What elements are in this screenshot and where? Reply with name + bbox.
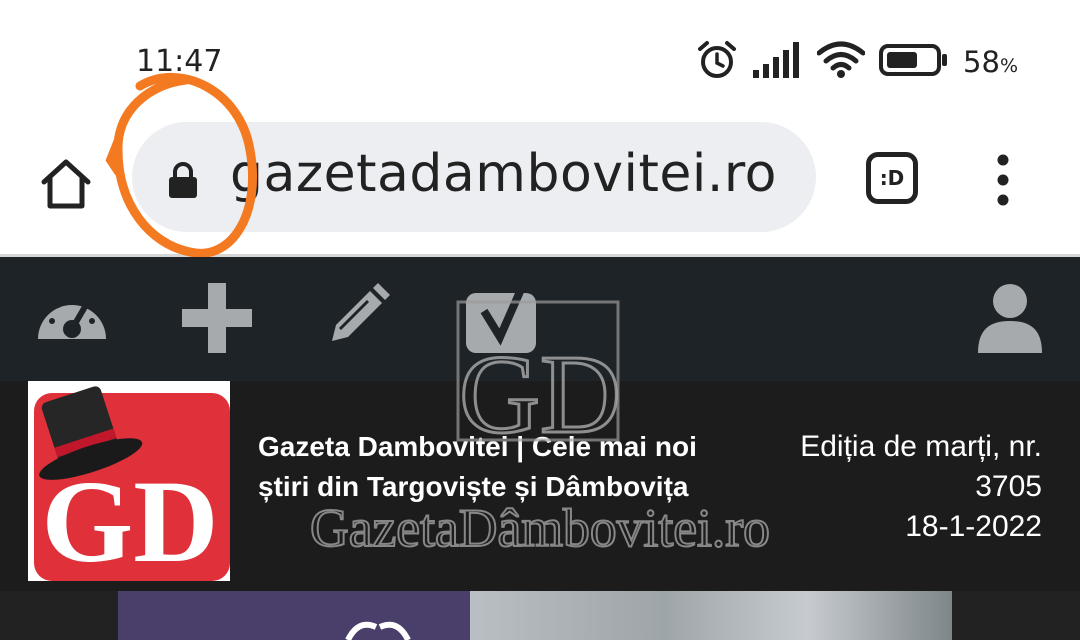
address-bar[interactable]: gazetadambovitei.ro [132,122,816,232]
admin-bar [0,257,1080,381]
signal-icon [753,41,803,83]
yoast-icon[interactable] [464,285,538,362]
home-icon[interactable] [36,154,96,214]
pencil-icon[interactable] [326,281,392,352]
user-icon[interactable] [976,281,1044,360]
battery-icon [879,43,949,82]
site-logo[interactable]: GD [28,381,230,587]
plus-icon[interactable] [180,281,254,360]
banner-photo [470,591,952,640]
edition-date: 18-1-2022 [905,510,1042,543]
tab-switcher-icon[interactable]: :D [866,152,918,204]
battery-percentage-suffix: % [999,55,1018,77]
url-text[interactable]: gazetadambovitei.ro [230,144,777,204]
edition-number: 3705 [975,470,1042,503]
lock-icon[interactable] [166,160,200,205]
wifi-icon [816,41,866,84]
site-header: GD Gazeta Dambovitei | Cele mai noi știr… [0,381,1080,591]
overflow-menu-icon[interactable] [990,152,1016,208]
tab-switcher-label: :D [879,166,905,190]
status-bar: 11:47 58% [0,0,1080,112]
banner-emblem-icon [345,621,411,640]
site-title[interactable]: Gazeta Dambovitei | Cele mai noi știri d… [258,427,728,507]
dashboard-icon[interactable] [34,281,110,356]
battery-percentage: 58% [963,45,1018,79]
status-icons: 58% [695,40,1018,84]
alarm-icon [695,38,739,87]
edition-info: Ediția de marți, nr. 3705 18-1-2022 [722,427,1042,547]
edition-line: Ediția de marți, nr. [800,430,1042,463]
banner-image[interactable] [118,591,952,640]
status-time: 11:47 [136,44,223,79]
browser-toolbar: gazetadambovitei.ro :D [0,112,1080,257]
battery-percentage-value: 58 [963,45,1000,79]
